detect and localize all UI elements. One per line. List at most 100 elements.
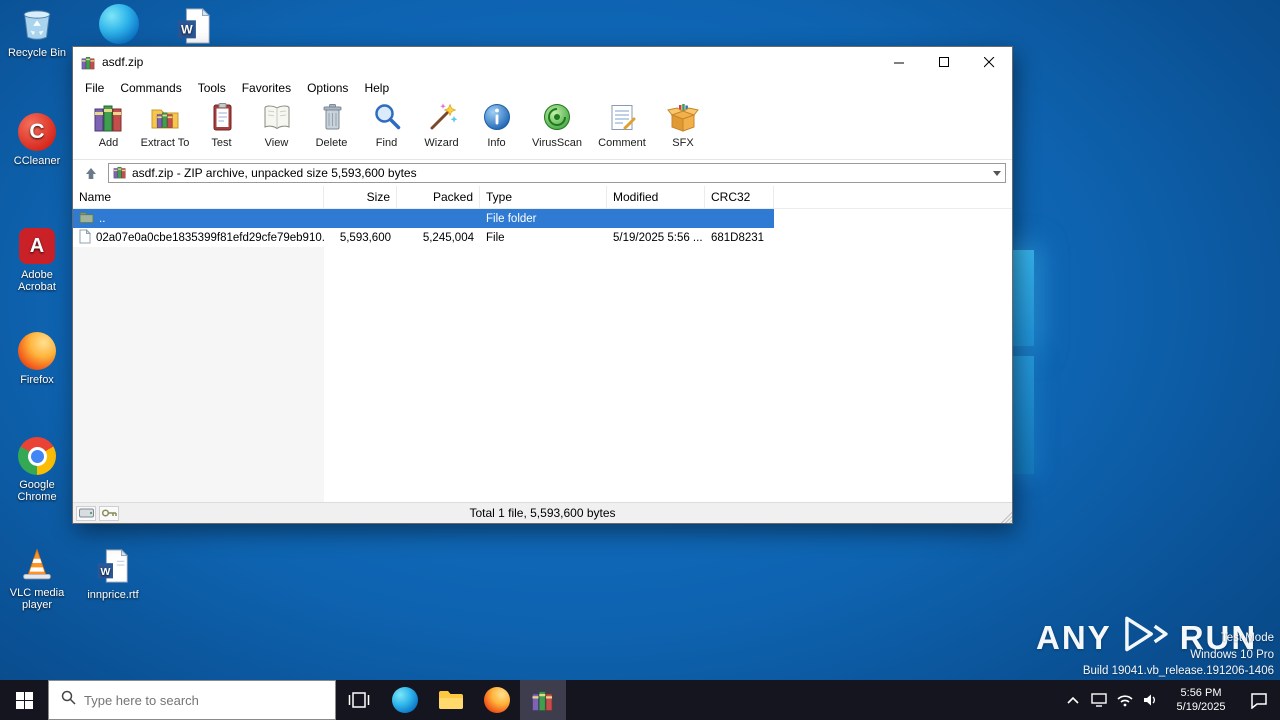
test-button[interactable]: Test [194,98,249,159]
tray-display-icon[interactable] [1086,680,1112,720]
row-packed: 5,245,004 [422,231,474,244]
winrar-app-icon [81,55,96,70]
sfx-button[interactable]: SFX [654,98,712,159]
sfx-icon [667,101,699,136]
view-icon [261,101,293,136]
toolbar: Add Extract To Test View Delete Find Wiz… [73,98,1012,160]
column-header-packed[interactable]: Packed [397,186,480,208]
clock-date: 5/19/2025 [1176,701,1226,713]
maximize-button[interactable] [922,47,967,77]
edge-icon [99,4,139,44]
find-icon [371,101,403,136]
comment-icon [606,101,638,136]
address-bar: asdf.zip - ZIP archive, unpacked size 5,… [73,160,1012,186]
column-header-modified[interactable]: Modified [607,186,705,208]
sandbox-info-text: Test Mode Windows 10 Pro Build 19041.vb_… [1083,630,1274,680]
firefox-icon [484,687,510,713]
tray-volume-icon[interactable] [1138,680,1164,720]
close-button[interactable] [967,47,1012,77]
taskbar-winrar-button[interactable] [520,680,566,720]
desktop-icon-edge[interactable] [86,4,152,44]
column-header-name[interactable]: Name [73,186,324,208]
status-text: Total 1 file, 5,593,600 bytes [469,506,616,520]
taskbar-edge-button[interactable] [382,680,428,720]
desktop-icon-adobe-acrobat[interactable]: A Adobe Acrobat [4,226,70,293]
menu-help[interactable]: Help [356,78,397,98]
info-button[interactable]: Info [469,98,524,159]
file-explorer-icon [439,691,463,709]
clock-time: 5:56 PM [1180,687,1222,699]
start-button[interactable] [0,680,48,720]
status-key-icon[interactable] [99,505,119,521]
view-button[interactable]: View [249,98,304,159]
tray-network-icon[interactable] [1112,680,1138,720]
winrar-icon [532,691,553,711]
row-size: 5,593,600 [339,231,391,244]
file-list: .. File folder 02a07e0a0cbe1835399f81efd… [73,209,1012,502]
word-file-icon: W [174,6,214,46]
desktop-icon-google-chrome[interactable]: Google Chrome [4,436,70,503]
virusscan-button[interactable]: VirusScan [524,98,590,159]
svg-text:W: W [181,23,193,37]
menu-commands[interactable]: Commands [112,78,189,98]
menu-tools[interactable]: Tools [190,78,234,98]
find-button[interactable]: Find [359,98,414,159]
virusscan-icon [541,101,573,136]
desktop-icon-label: CCleaner [13,155,61,167]
svg-text:W: W [100,567,110,578]
title-bar[interactable]: asdf.zip [73,47,1012,77]
action-center-button[interactable] [1238,680,1280,720]
wallpaper-light-beam [1010,250,1034,346]
menu-options[interactable]: Options [299,78,356,98]
menu-favorites[interactable]: Favorites [234,78,299,98]
desktop-icon-label: innprice.rtf [87,589,139,601]
taskbar-clock[interactable]: 5:56 PM 5/19/2025 [1164,686,1238,714]
address-combobox[interactable]: asdf.zip - ZIP archive, unpacked size 5,… [108,163,1006,183]
row-type: File folder [486,212,537,225]
taskbar-search[interactable] [48,680,336,720]
google-chrome-icon [17,436,57,476]
extract-to-button[interactable]: Extract To [136,98,194,159]
status-bar: Total 1 file, 5,593,600 bytes [73,502,1012,523]
chevron-down-icon [993,170,1001,176]
column-header-size[interactable]: Size [324,186,397,208]
task-view-button[interactable] [336,680,382,720]
menu-file[interactable]: File [77,78,112,98]
column-header-crc32[interactable]: CRC32 [705,186,774,208]
table-row-file[interactable]: 02a07e0a0cbe1835399f81efd29cfe79eb910...… [73,228,1012,247]
status-drive-button[interactable] [76,505,96,521]
desktop-icon-firefox[interactable]: Firefox [4,331,70,386]
desktop-icon-label: Firefox [20,374,54,386]
desktop-icon-recycle-bin[interactable]: Recycle Bin [4,4,70,59]
windows-logo-icon [15,691,33,709]
system-tray: 5:56 PM 5/19/2025 [1060,680,1280,720]
desktop-icon-ccleaner[interactable]: C CCleaner [4,112,70,167]
resize-grip[interactable] [999,510,1012,523]
tray-expand-button[interactable] [1060,680,1086,720]
word-document-icon: W [93,546,133,586]
column-header-type[interactable]: Type [480,186,607,208]
file-icon [79,228,92,247]
archive-icon [113,165,127,182]
desktop-icon-label: Adobe Acrobat [18,269,56,293]
test-mode-label: Test Mode [1220,632,1274,644]
taskbar-firefox-button[interactable] [474,680,520,720]
search-input[interactable] [84,692,274,708]
desktop-icon-word-file[interactable]: W [161,6,227,46]
comment-button[interactable]: Comment [590,98,654,159]
wizard-icon [426,101,458,136]
desktop-icon-innprice-rtf[interactable]: W innprice.rtf [80,546,146,601]
delete-button[interactable]: Delete [304,98,359,159]
delete-icon [316,101,348,136]
ccleaner-icon: C [17,112,57,152]
up-one-level-button[interactable] [79,163,103,183]
minimize-button[interactable] [877,47,922,77]
info-icon [481,101,513,136]
wallpaper-light-beam [1010,356,1034,474]
desktop-icon-vlc[interactable]: VLC media player [4,544,70,611]
add-button[interactable]: Add [81,98,136,159]
table-row-parent-dir[interactable]: .. File folder [73,209,1012,228]
wizard-button[interactable]: Wizard [414,98,469,159]
desktop-icon-label: Google Chrome [17,479,57,503]
taskbar-explorer-button[interactable] [428,680,474,720]
